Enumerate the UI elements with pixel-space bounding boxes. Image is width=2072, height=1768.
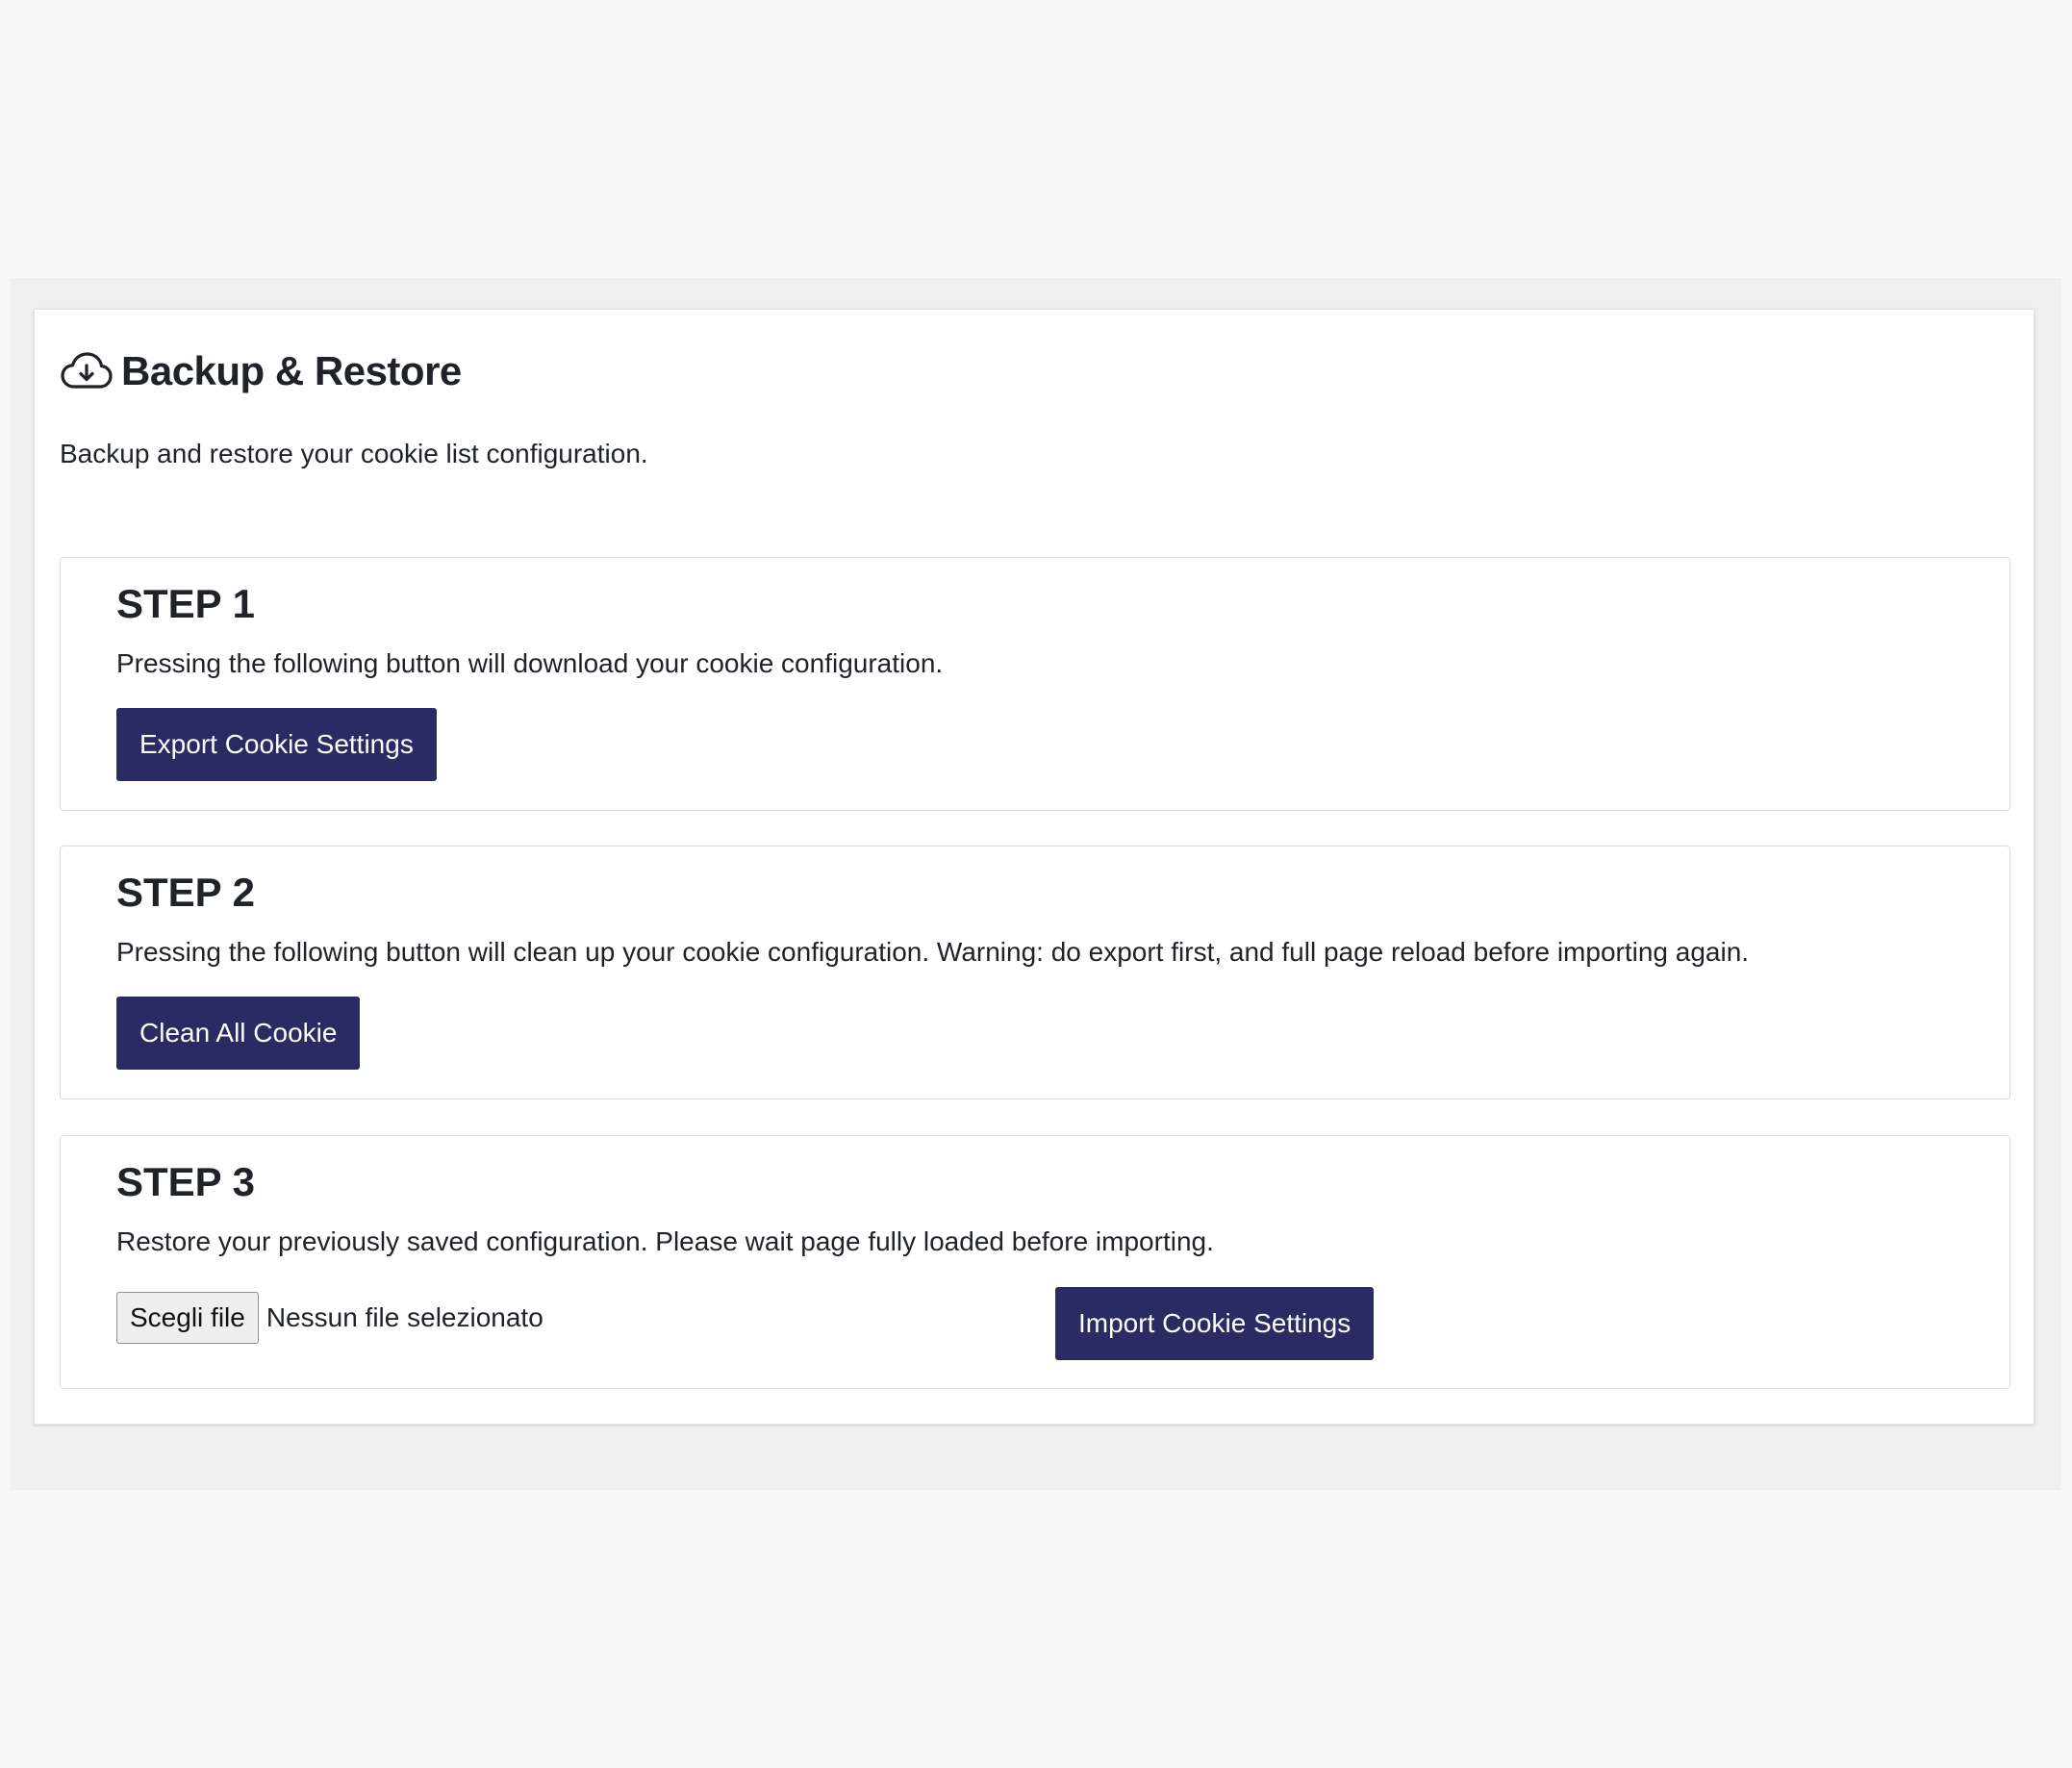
step-1-card: STEP 1 Pressing the following button wil… [60, 557, 2010, 811]
clean-all-cookie-button[interactable]: Clean All Cookie [116, 997, 361, 1070]
backup-restore-card: Backup & Restore Backup and restore your… [34, 309, 2034, 1425]
import-cookie-settings-button[interactable]: Import Cookie Settings [1055, 1287, 1375, 1360]
page-description: Backup and restore your cookie list conf… [60, 439, 648, 468]
step-3-text: Restore your previously saved configurat… [116, 1226, 1214, 1256]
title-row: Backup & Restore [60, 344, 462, 398]
step-2-text: Pressing the following button will clean… [116, 937, 1750, 967]
file-input[interactable]: Scegli file Nessun file selezionato [116, 1292, 543, 1344]
choose-file-button[interactable]: Scegli file [116, 1292, 259, 1344]
settings-panel: Backup & Restore Backup and restore your… [11, 278, 2061, 1490]
step-1-title: STEP 1 [116, 581, 255, 626]
export-cookie-settings-button[interactable]: Export Cookie Settings [116, 708, 437, 781]
step-2-title: STEP 2 [116, 870, 255, 915]
step-1-text: Pressing the following button will downl… [116, 648, 944, 678]
page-title: Backup & Restore [121, 348, 462, 393]
cloud-download-icon [60, 344, 114, 398]
step-3-title: STEP 3 [116, 1159, 255, 1204]
step-2-card: STEP 2 Pressing the following button wil… [60, 846, 2010, 1099]
step-3-card: STEP 3 Restore your previously saved con… [60, 1135, 2010, 1389]
file-status-text: Nessun file selezionato [265, 1302, 543, 1332]
